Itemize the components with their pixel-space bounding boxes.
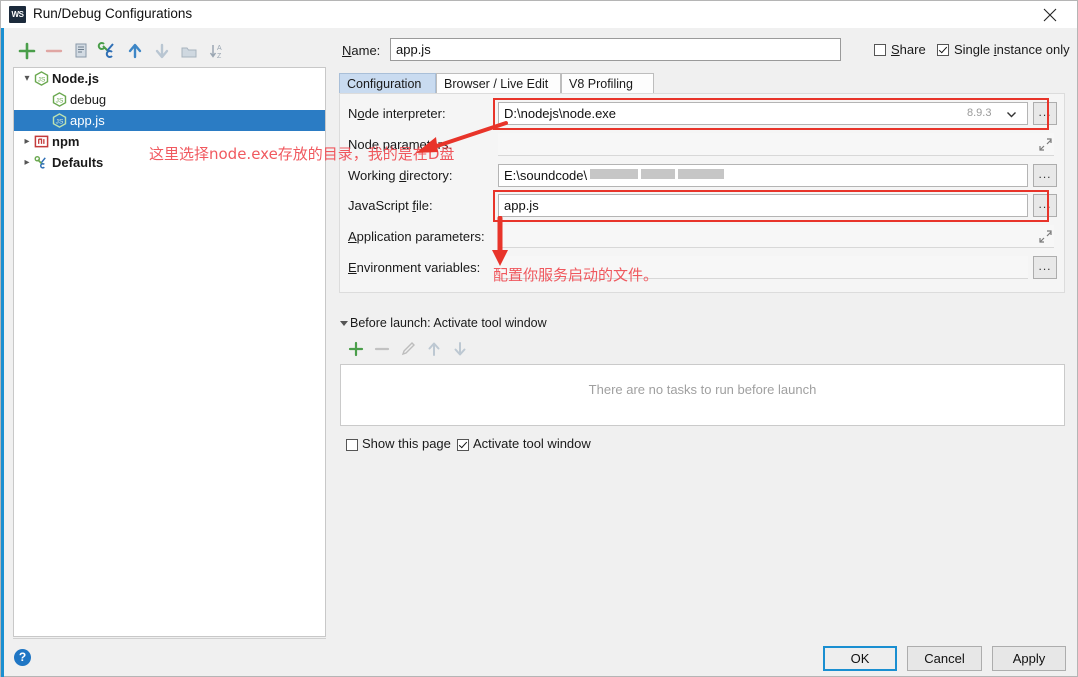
application-parameters-input[interactable] <box>498 225 1054 248</box>
nodejs-icon: JS <box>34 71 49 86</box>
show-this-page-checkbox[interactable] <box>346 439 358 451</box>
chevron-down-icon[interactable] <box>1006 108 1016 118</box>
share-checkbox[interactable] <box>874 44 886 56</box>
remove-task-button[interactable] <box>370 337 394 361</box>
move-down-button[interactable] <box>150 39 174 63</box>
svg-text:JS: JS <box>38 76 46 83</box>
configurations-toolbar: A Z <box>11 39 327 65</box>
node-parameters-input[interactable] <box>498 133 1054 156</box>
title-bar: WS Run/Debug Configurations <box>1 1 1077 28</box>
task-move-down-button[interactable] <box>448 337 472 361</box>
chevron-down-icon[interactable] <box>340 321 348 326</box>
svg-text:JS: JS <box>56 118 64 125</box>
tab-v8-profiling[interactable]: V8 Profiling <box>561 73 654 93</box>
node-interpreter-browse-button[interactable]: ... <box>1033 102 1057 125</box>
cancel-button[interactable]: Cancel <box>907 646 982 671</box>
before-launch-task-list[interactable]: There are no tasks to run before launch <box>340 364 1065 426</box>
nodejs-icon: JS <box>52 92 67 107</box>
redacted-block <box>678 169 725 179</box>
tree-item-label: debug <box>70 92 107 107</box>
single-instance-checkbox[interactable] <box>937 44 949 56</box>
before-launch-header[interactable]: Before launch: Activate tool window <box>340 316 1065 332</box>
tree-item-debug[interactable]: JS debug <box>14 89 325 110</box>
redacted-block <box>641 169 676 179</box>
tree-item-node-js[interactable]: ▾ JS Node.js <box>14 68 325 89</box>
tab-browser-live-edit[interactable]: Browser / Live Edit <box>436 73 561 93</box>
copy-configuration-button[interactable] <box>69 39 93 63</box>
working-directory-input[interactable]: E:\soundcode\ <box>498 164 1028 187</box>
run-debug-configurations-dialog: WS Run/Debug Configurations A Z ▾ JS Nod… <box>0 0 1078 677</box>
activate-tool-window-label: Activate tool window <box>473 436 591 451</box>
node-version-label: 8.9.3 <box>967 107 992 119</box>
redacted-block <box>590 169 639 179</box>
tree-item-label: Defaults <box>52 155 104 170</box>
before-launch-toolbar <box>344 339 524 361</box>
edit-templates-button[interactable] <box>96 39 120 63</box>
webstorm-icon: WS <box>9 6 26 23</box>
expand-icon[interactable] <box>1039 138 1053 152</box>
environment-variables-label: Environment variables: <box>348 260 481 275</box>
nodejs-icon: JS <box>52 113 67 128</box>
help-icon[interactable]: ? <box>14 649 31 666</box>
before-launch-title: Before launch: Activate tool window <box>350 316 553 330</box>
close-icon[interactable] <box>1029 1 1071 28</box>
javascript-file-browse-button[interactable]: ... <box>1033 194 1057 217</box>
chevron-right-icon[interactable]: ▸ <box>20 131 34 152</box>
chevron-right-icon[interactable]: ▸ <box>20 152 34 173</box>
node-interpreter-input[interactable]: D:\nodejs\node.exe <box>498 102 1028 125</box>
name-input[interactable] <box>390 38 841 61</box>
application-parameters-label: Application parameters: <box>348 229 485 244</box>
tabs: Configuration Browser / Live Edit V8 Pro… <box>339 73 1065 94</box>
apply-button[interactable]: Apply <box>992 646 1066 671</box>
chevron-down-icon[interactable]: ▾ <box>20 68 34 89</box>
npm-icon <box>34 134 49 149</box>
add-configuration-button[interactable] <box>15 39 39 63</box>
javascript-file-label: JavaScript file: <box>348 198 433 213</box>
share-label: Share <box>891 42 926 57</box>
folder-icon[interactable] <box>177 39 201 63</box>
environment-variables-browse-button[interactable]: ... <box>1033 256 1057 279</box>
node-interpreter-label: Node interpreter: <box>348 106 446 121</box>
annotation-text-interpreter: 这里选择node.exe存放的目录，我的是在D盘 <box>149 145 455 163</box>
svg-text:JS: JS <box>56 97 64 104</box>
tree-item-label: app.js <box>70 113 105 128</box>
working-directory-value: E:\soundcode\ <box>504 168 588 183</box>
javascript-file-input[interactable]: app.js <box>498 194 1028 217</box>
single-instance-label: Single instance only <box>954 42 1070 57</box>
expand-icon[interactable] <box>1039 230 1053 244</box>
svg-text:A: A <box>217 45 222 52</box>
remove-configuration-button[interactable] <box>42 39 66 63</box>
working-directory-browse-button[interactable]: ... <box>1033 164 1057 187</box>
sort-az-button[interactable]: A Z <box>204 39 228 63</box>
name-label: Name: <box>342 43 381 58</box>
activate-tool-window-checkbox[interactable] <box>457 439 469 451</box>
tab-configuration[interactable]: Configuration <box>339 73 436 93</box>
task-move-up-button[interactable] <box>422 337 446 361</box>
tree-item-label: npm <box>52 134 80 149</box>
working-directory-label: Working directory: <box>348 168 453 183</box>
left-panel-separator <box>13 638 326 639</box>
before-launch-empty-text: There are no tasks to run before launch <box>588 382 817 397</box>
svg-text:Z: Z <box>217 53 222 60</box>
move-up-button[interactable] <box>123 39 147 63</box>
wrench-icon <box>34 155 49 170</box>
tree-item-label: Node.js <box>52 71 99 86</box>
annotation-text-jsfile: 配置你服务启动的文件。 <box>493 266 659 284</box>
window-title: Run/Debug Configurations <box>33 6 193 21</box>
add-task-button[interactable] <box>344 337 368 361</box>
ok-button[interactable]: OK <box>823 646 897 671</box>
edit-task-button[interactable] <box>396 337 420 361</box>
show-this-page-label: Show this page <box>362 436 451 451</box>
accent-bar <box>1 28 4 677</box>
tree-item-app-js[interactable]: JS app.js <box>14 110 325 131</box>
